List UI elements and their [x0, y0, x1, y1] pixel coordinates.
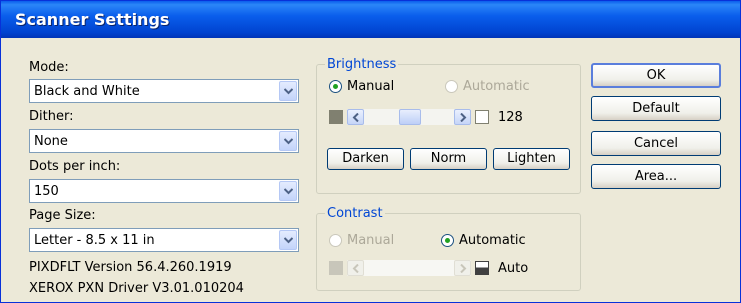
page-size-value: Letter - 8.5 x 11 in — [34, 233, 155, 248]
contrast-low-swatch — [329, 261, 343, 275]
brightness-automatic-label: Automatic — [463, 79, 530, 94]
scroll-right-icon[interactable] — [454, 260, 471, 276]
page-size-dropdown[interactable]: Letter - 8.5 x 11 in — [29, 228, 299, 252]
driver-info: XEROX PXN Driver V3.01.010204 — [29, 281, 244, 296]
dither-label: Dither: — [29, 109, 74, 124]
norm-button[interactable]: Norm — [410, 148, 487, 170]
brightness-title: Brightness — [325, 57, 399, 72]
light-swatch — [475, 110, 489, 124]
brightness-manual-radio[interactable] — [329, 80, 342, 93]
darken-button[interactable]: Darken — [327, 148, 404, 170]
norm-button-label: Norm — [430, 151, 467, 166]
brightness-slider[interactable] — [347, 109, 471, 125]
cancel-button[interactable]: Cancel — [591, 131, 721, 156]
dark-swatch — [329, 110, 343, 124]
darken-button-label: Darken — [342, 151, 389, 166]
ok-button-label: OK — [646, 68, 666, 83]
ok-button[interactable]: OK — [591, 63, 721, 88]
contrast-slider[interactable] — [347, 260, 471, 276]
mode-label: Mode: — [29, 60, 69, 75]
contrast-title: Contrast — [325, 206, 385, 221]
contrast-automatic-label: Automatic — [459, 233, 526, 248]
page-size-label: Page Size: — [29, 208, 96, 223]
dpi-value: 150 — [34, 184, 59, 199]
chevron-down-icon[interactable] — [279, 131, 297, 151]
brightness-automatic-radio[interactable] — [445, 80, 458, 93]
dpi-label: Dots per inch: — [29, 159, 121, 174]
dither-value: None — [34, 134, 68, 149]
lighten-button[interactable]: Lighten — [493, 148, 570, 170]
scanner-settings-window: Scanner Settings Mode: Black and White D… — [0, 0, 741, 303]
mode-dropdown[interactable]: Black and White — [29, 79, 299, 103]
brightness-manual-label: Manual — [347, 79, 395, 94]
scroll-left-icon[interactable] — [347, 260, 364, 276]
version-info: PIXDFLT Version 56.4.260.1919 — [29, 260, 232, 275]
chevron-down-icon[interactable] — [279, 181, 297, 201]
scroll-right-icon[interactable] — [454, 109, 471, 125]
window-title: Scanner Settings — [15, 10, 170, 29]
cancel-button-label: Cancel — [633, 136, 679, 151]
contrast-group: Contrast Manual Automatic Auto — [316, 206, 581, 291]
brightness-slider-thumb[interactable] — [399, 109, 421, 125]
area-button-label: Area... — [634, 169, 678, 184]
title-bar[interactable]: Scanner Settings — [1, 1, 740, 38]
brightness-group: Brightness Manual Automatic 128 Darken N… — [316, 57, 581, 194]
default-button[interactable]: Default — [591, 96, 721, 121]
scroll-left-icon[interactable] — [347, 109, 364, 125]
chevron-down-icon[interactable] — [279, 81, 297, 101]
contrast-value: Auto — [498, 261, 529, 276]
default-button-label: Default — [632, 101, 680, 116]
mode-value: Black and White — [34, 84, 140, 99]
area-button[interactable]: Area... — [591, 164, 721, 189]
chevron-down-icon[interactable] — [279, 230, 297, 250]
contrast-high-swatch — [475, 261, 489, 275]
contrast-automatic-radio[interactable] — [441, 234, 454, 247]
brightness-value: 128 — [498, 110, 523, 125]
dither-dropdown[interactable]: None — [29, 129, 299, 153]
contrast-manual-radio[interactable] — [329, 234, 342, 247]
contrast-manual-label: Manual — [347, 233, 395, 248]
dpi-dropdown[interactable]: 150 — [29, 179, 299, 203]
lighten-button-label: Lighten — [507, 151, 556, 166]
